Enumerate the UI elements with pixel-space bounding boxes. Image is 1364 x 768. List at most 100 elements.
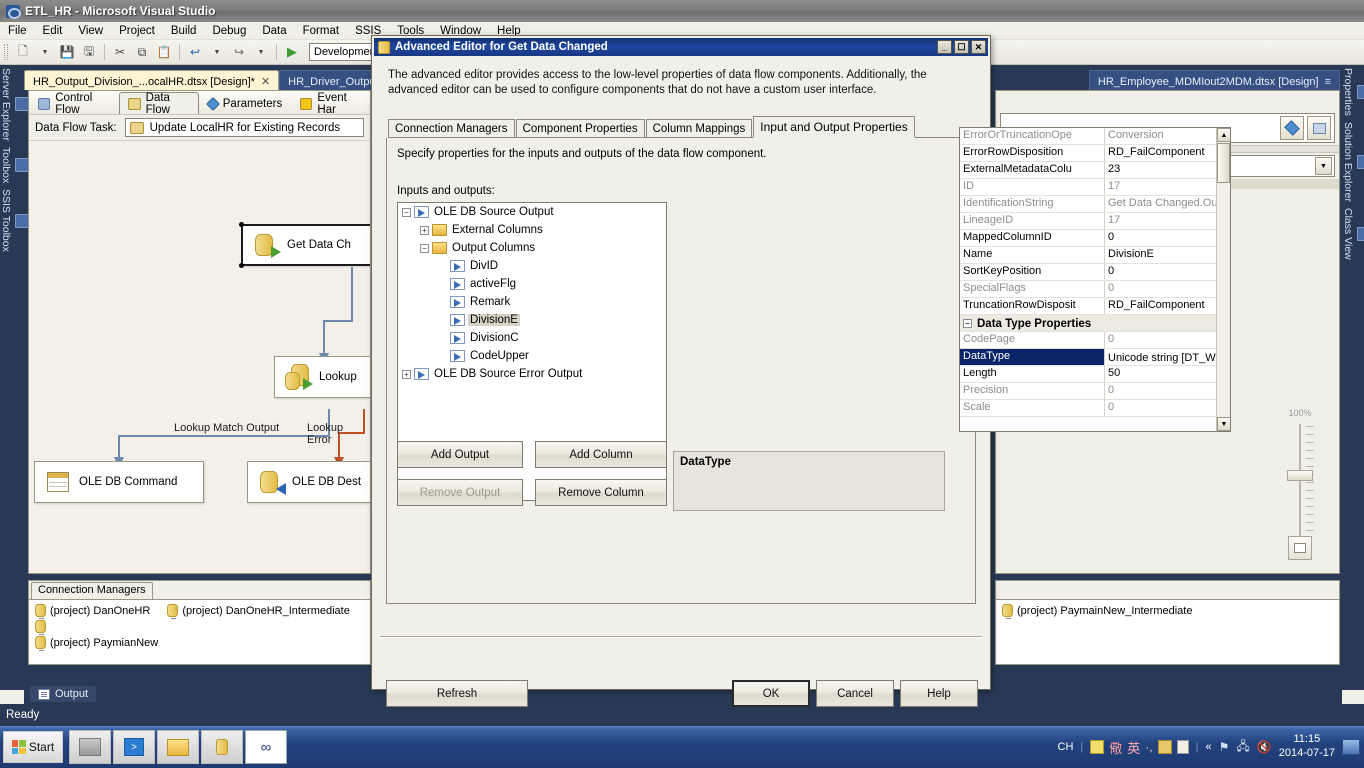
cancel-button[interactable]: Cancel xyxy=(816,680,894,707)
copy-icon[interactable]: ⧉ xyxy=(132,42,152,62)
property-row-id[interactable]: ID 17 xyxy=(960,179,1216,196)
new-project-dropdown-icon[interactable]: ▼ xyxy=(35,42,55,62)
ok-button[interactable]: OK xyxy=(732,680,810,707)
tree-item-remark[interactable]: Remark xyxy=(398,293,666,311)
undo-dropdown-icon[interactable]: ▼ xyxy=(207,42,227,62)
ime-english-icon[interactable]: 英 xyxy=(1127,738,1140,757)
property-row-name[interactable]: Name DivisionE xyxy=(960,247,1216,264)
data-flow-task-combo[interactable]: Update LocalHR for Existing Records xyxy=(124,118,364,137)
add-output-button[interactable]: Add Output xyxy=(397,441,523,468)
property-value[interactable]: DivisionE xyxy=(1105,247,1216,263)
volume-mute-icon[interactable]: 🔇 xyxy=(1257,740,1272,754)
visual-studio-icon[interactable]: ∞ xyxy=(245,730,287,764)
connection-manager-item[interactable]: (project) PaymainNew_Intermediate xyxy=(1002,604,1192,619)
tree-item-divisione[interactable]: DivisionE xyxy=(398,311,666,329)
property-value[interactable]: 0 xyxy=(1105,281,1216,297)
tree-item-codeupper[interactable]: CodeUpper xyxy=(398,347,666,365)
minimize-button[interactable]: _ xyxy=(937,40,952,54)
server-manager-icon[interactable] xyxy=(69,730,111,764)
tree-item-divisionc[interactable]: DivisionC xyxy=(398,329,666,347)
flag-icon[interactable]: ⚑ xyxy=(1219,740,1230,754)
connection-manager-item[interactable]: (project) DanOneHR xyxy=(35,604,150,619)
menu-item-build[interactable]: Build xyxy=(163,24,205,38)
network-icon[interactable]: 🖧 xyxy=(1236,737,1249,758)
scroll-down-icon[interactable]: ▼ xyxy=(1217,417,1230,431)
property-value[interactable]: 50 xyxy=(1105,366,1216,382)
tab-connection-managers[interactable]: Connection Managers xyxy=(388,119,515,137)
menu-item-project[interactable]: Project xyxy=(111,24,163,38)
ssis-tools-icon[interactable] xyxy=(201,730,243,764)
property-grid-scrollbar[interactable]: ▲ ▼ xyxy=(1216,128,1230,431)
powershell-icon[interactable]: > xyxy=(113,730,155,764)
tree-item-external-columns[interactable]: + External Columns xyxy=(398,221,666,239)
redo-icon[interactable]: ↪ xyxy=(229,42,249,62)
help-button[interactable]: Help xyxy=(900,680,978,707)
data-flow-canvas[interactable]: Get Data Ch Lookup OLE DB Command OLE DB… xyxy=(29,141,370,572)
start-debug-icon[interactable]: ▶ xyxy=(282,42,302,62)
ime-soft-keyboard-icon[interactable] xyxy=(1157,740,1172,754)
tree-item-ole-db-source-output[interactable]: − OLE DB Source Output xyxy=(398,203,666,221)
connection-manager-item[interactable]: (project) DanOneHR_Intermediate xyxy=(167,604,350,619)
property-row-errorrowdisposition[interactable]: ErrorRowDisposition RD_FailComponent xyxy=(960,145,1216,162)
show-desktop-icon[interactable] xyxy=(1342,739,1360,755)
property-value[interactable]: 0 xyxy=(1105,332,1216,348)
tree-expander-icon[interactable]: − xyxy=(420,243,429,253)
property-row-codepage[interactable]: CodePage 0 xyxy=(960,332,1216,349)
menu-item-file[interactable]: File xyxy=(0,24,35,38)
fit-to-window-button[interactable] xyxy=(1288,536,1312,560)
chevron-down-icon[interactable]: ▼ xyxy=(1315,157,1332,175)
remove-column-button[interactable]: Remove Column xyxy=(535,479,667,506)
menu-item-data[interactable]: Data xyxy=(254,24,294,38)
ime-pad-icon[interactable] xyxy=(1090,740,1105,754)
property-value[interactable]: RD_FailComponent xyxy=(1105,298,1216,314)
property-row-mappedcolumnid[interactable]: MappedColumnID 0 xyxy=(960,230,1216,247)
document-tab-hr-employee-mdm[interactable]: HR_Employee_MDMIout2MDM.dtsx [Design] ≡ xyxy=(1088,70,1340,90)
property-value[interactable]: 0 xyxy=(1105,230,1216,246)
maximize-button[interactable]: ☐ xyxy=(954,40,969,54)
node-lookup[interactable]: Lookup xyxy=(274,356,370,398)
property-row-externalmetadatacolu[interactable]: ExternalMetadataColu 23 xyxy=(960,162,1216,179)
property-value[interactable]: RD_FailComponent xyxy=(1105,145,1216,161)
menu-item-debug[interactable]: Debug xyxy=(204,24,254,38)
property-row-data-type-properties[interactable]: − Data Type Properties xyxy=(960,315,1216,332)
property-value[interactable]: 23 xyxy=(1105,162,1216,178)
zoom-thumb[interactable] xyxy=(1287,470,1313,481)
connection-manager-item-partial[interactable] xyxy=(35,620,46,635)
scrollbar-thumb[interactable] xyxy=(1217,143,1230,183)
property-row-length[interactable]: Length 50 xyxy=(960,366,1216,383)
property-row-specialflags[interactable]: SpecialFlags 0 xyxy=(960,281,1216,298)
new-project-icon[interactable]: 🗋 xyxy=(13,42,33,62)
properties-grid-icon[interactable] xyxy=(1307,116,1331,140)
show-hidden-icons-icon[interactable]: « xyxy=(1205,741,1211,753)
property-row-sortkeyposition[interactable]: SortKeyPosition 0 xyxy=(960,264,1216,281)
tree-item-ole-db-source-error-output[interactable]: + OLE DB Source Error Output xyxy=(398,365,666,383)
cut-icon[interactable]: ✂ xyxy=(110,42,130,62)
refresh-button[interactable]: Refresh xyxy=(386,680,528,707)
category-expander-icon[interactable]: − xyxy=(963,319,972,328)
property-row-truncationrowdisposit[interactable]: TruncationRowDisposit RD_FailComponent xyxy=(960,298,1216,315)
tree-expander-icon[interactable]: − xyxy=(402,207,411,217)
ime-help-icon[interactable] xyxy=(1176,740,1189,754)
property-value[interactable]: 17 xyxy=(1105,213,1216,229)
tab-connection-managers[interactable]: Connection Managers xyxy=(31,582,153,599)
property-row-precision[interactable]: Precision 0 xyxy=(960,383,1216,400)
dock-item-properties[interactable]: Properties xyxy=(1342,65,1364,119)
property-row-scale[interactable]: Scale 0 xyxy=(960,400,1216,417)
node-get-data-changed[interactable]: Get Data Ch xyxy=(241,224,370,266)
paste-icon[interactable]: 📋 xyxy=(154,42,174,62)
dock-item-class-view[interactable]: Class View xyxy=(1342,205,1364,263)
property-value[interactable]: 0 xyxy=(1105,383,1216,399)
save-icon[interactable]: 💾 xyxy=(57,42,77,62)
add-column-button[interactable]: Add Column xyxy=(535,441,667,468)
tab-event-handlers[interactable]: Event Har xyxy=(291,92,370,116)
ime-punct-icon[interactable]: ·, xyxy=(1145,740,1152,754)
dock-item-solution-explorer[interactable]: Solution Explorer xyxy=(1342,119,1364,205)
property-row-errorortruncationope[interactable]: ErrorOrTruncationOpe Conversion xyxy=(960,128,1216,145)
tree-item-divid[interactable]: DivID xyxy=(398,257,666,275)
tree-item-activeflg[interactable]: activeFlg xyxy=(398,275,666,293)
menu-item-edit[interactable]: Edit xyxy=(35,24,71,38)
tab-list-menu-icon[interactable]: ≡ xyxy=(1325,76,1331,88)
ime-mode-icon[interactable]: 儆 xyxy=(1109,738,1122,757)
dock-item-ssis-toolbox[interactable]: SSIS Toolbox xyxy=(0,186,29,255)
tree-expander-icon[interactable]: + xyxy=(420,225,429,235)
